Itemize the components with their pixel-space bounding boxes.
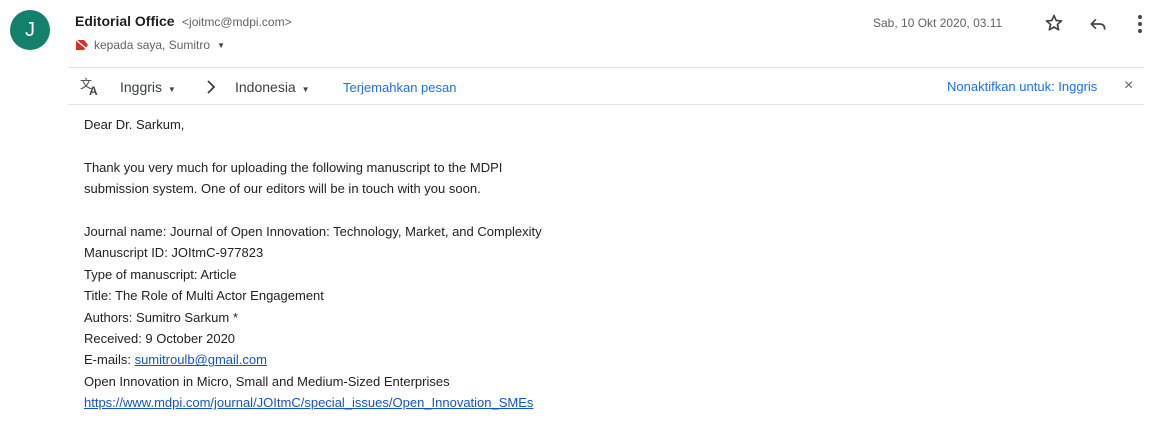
source-language-chevron-icon: ▼	[167, 85, 176, 94]
greeting: Dear Dr. Sarkum,	[84, 117, 185, 132]
manuscript-title: Title: The Role of Multi Actor Engagemen…	[84, 288, 324, 304]
author-email-link[interactable]: sumitroulb@gmail.com	[135, 352, 267, 367]
star-icon[interactable]	[1044, 13, 1064, 33]
translate-message-link[interactable]: Terjemahkan pesan	[343, 80, 456, 95]
sender-avatar[interactable]: J	[10, 10, 50, 50]
journal-name: Journal name: Journal of Open Innovation…	[84, 224, 542, 239]
emails-line: E-mails: sumitroulb@gmail.com	[84, 349, 1064, 370]
label-icon	[75, 39, 89, 51]
chevron-right-icon	[207, 80, 216, 94]
emails-label: E-mails:	[84, 352, 131, 368]
sender-email: <joitmc@mdpi.com>	[182, 15, 292, 29]
recipient-dropdown-icon[interactable]: ▼	[217, 41, 225, 50]
special-issue: Open Innovation in Micro, Small and Medi…	[84, 373, 450, 389]
target-language-chevron-icon: ▼	[301, 85, 310, 94]
svg-text:A: A	[89, 84, 98, 96]
intro-line-1: Thank you very much for uploading the fo…	[84, 159, 503, 175]
message-timestamp: Sab, 10 Okt 2020, 03.11	[873, 16, 1003, 30]
close-icon[interactable]: ×	[1124, 77, 1133, 95]
manuscript-type: Type of manuscript: Article	[84, 266, 237, 282]
special-issue-url-line: https://www.mdpi.com/journal/JOItmC/spec…	[84, 392, 1064, 413]
intro-line-2: submission system. One of our editors wi…	[84, 181, 481, 197]
authors: Authors: Sumitro Sarkum *	[84, 309, 238, 325]
reply-icon[interactable]	[1088, 14, 1108, 34]
disable-translation-link[interactable]: Nonaktifkan untuk: Inggris	[947, 79, 1097, 94]
source-language-select[interactable]: Inggris ▼	[120, 79, 176, 95]
translation-bar: 文 A Inggris ▼ Indonesia ▼ Terjemahkan pe…	[68, 68, 1144, 104]
received-date: Received: 9 October 2020	[84, 331, 236, 347]
target-language-select[interactable]: Indonesia ▼	[235, 79, 310, 95]
message-body: Dear Dr. Sarkum, Thank you very much for…	[84, 114, 1064, 414]
recipient-line[interactable]: kepada saya, Sumitro ▼	[75, 38, 225, 52]
translation-divider	[68, 104, 1144, 105]
translate-icon: 文 A	[80, 76, 98, 96]
target-language-label: Indonesia	[235, 79, 296, 95]
special-issue-link[interactable]: https://www.mdpi.com/journal/JOItmC/spec…	[84, 395, 533, 410]
sender-line: Editorial Office <joitmc@mdpi.com>	[75, 13, 292, 31]
source-language-label: Inggris	[120, 79, 163, 95]
manuscript-id: Manuscript ID: JOItmC-977823	[84, 245, 264, 261]
sender-name[interactable]: Editorial Office	[75, 13, 175, 29]
recipients-text: kepada saya, Sumitro	[94, 38, 211, 52]
more-vert-icon[interactable]	[1133, 13, 1147, 35]
